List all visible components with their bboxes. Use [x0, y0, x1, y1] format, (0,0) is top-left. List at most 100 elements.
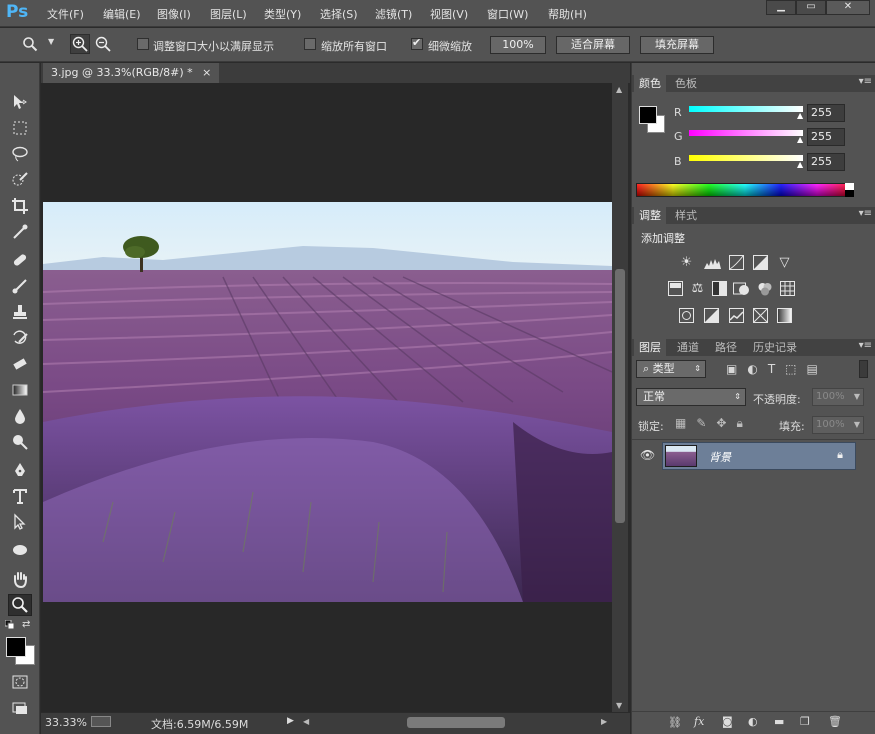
- history-brush-tool-icon[interactable]: [8, 327, 32, 349]
- channel-b-slider[interactable]: [689, 155, 803, 161]
- black-white-icon[interactable]: [711, 280, 728, 297]
- filter-smart-object-icon[interactable]: ▤: [807, 362, 818, 376]
- menu-view[interactable]: 视图(V): [430, 6, 468, 22]
- add-mask-icon[interactable]: ◙: [722, 715, 733, 728]
- adjust-panel-menu-icon[interactable]: ▾≡: [859, 208, 872, 219]
- hue-saturation-icon[interactable]: [667, 280, 684, 297]
- menu-filter[interactable]: 滤镜(T): [375, 6, 412, 22]
- pen-tool-icon[interactable]: [8, 459, 32, 481]
- brightness-contrast-icon[interactable]: ☀: [678, 254, 695, 271]
- actual-pixels-button[interactable]: 100%: [490, 36, 546, 54]
- type-tool-icon[interactable]: [8, 485, 32, 507]
- status-preview-icon[interactable]: [91, 716, 111, 727]
- zoom-out-icon[interactable]: [93, 34, 113, 54]
- tab-adjustments[interactable]: 调整: [634, 207, 666, 224]
- delete-layer-icon[interactable]: 🗑︎: [828, 715, 842, 728]
- zoom-level[interactable]: 33.33%: [45, 716, 87, 729]
- photo-filter-icon[interactable]: [733, 280, 750, 297]
- channel-r-slider[interactable]: [689, 106, 803, 112]
- vertical-scroll-thumb[interactable]: [615, 269, 625, 523]
- gradient-map-icon[interactable]: [776, 307, 793, 324]
- clone-stamp-tool-icon[interactable]: [8, 301, 32, 323]
- color-lookup-icon[interactable]: [779, 280, 796, 297]
- color-spectrum-ramp[interactable]: [636, 183, 854, 197]
- filter-type-icon[interactable]: T: [768, 362, 775, 376]
- lock-transparent-icon[interactable]: ▦: [675, 416, 686, 431]
- tab-color[interactable]: 颜色: [634, 75, 666, 92]
- lock-all-icon[interactable]: 🔒︎: [736, 416, 742, 431]
- tab-paths[interactable]: 路径: [710, 339, 742, 356]
- brush-tool-icon[interactable]: [8, 275, 32, 297]
- channel-g-handle-icon[interactable]: ▲: [797, 135, 803, 144]
- menu-edit[interactable]: 编辑(E): [103, 6, 141, 22]
- fit-window-checkbox[interactable]: [137, 38, 149, 50]
- layer-name[interactable]: 背景: [709, 449, 731, 465]
- lock-position-icon[interactable]: ✥: [716, 416, 726, 431]
- hand-tool-icon[interactable]: [8, 568, 32, 590]
- menu-type[interactable]: 类型(Y): [264, 6, 301, 22]
- invert-icon[interactable]: [678, 307, 695, 324]
- color-balance-icon[interactable]: ⚖: [689, 280, 706, 297]
- tab-swatches[interactable]: 色板: [670, 75, 702, 92]
- filter-adjustment-icon[interactable]: ◐: [747, 362, 757, 376]
- fit-screen-button[interactable]: 适合屏幕: [556, 36, 630, 54]
- eraser-tool-icon[interactable]: [8, 353, 32, 375]
- tool-preset-dropdown-icon[interactable]: ▼: [48, 37, 54, 46]
- channel-r-value[interactable]: 255: [807, 104, 845, 122]
- quick-mask-icon[interactable]: [8, 671, 32, 693]
- menu-layer[interactable]: 图层(L): [210, 6, 247, 22]
- minimize-button[interactable]: ▁: [766, 0, 796, 15]
- tab-styles[interactable]: 样式: [670, 207, 702, 224]
- channel-r-handle-icon[interactable]: ▲: [797, 111, 803, 120]
- document-canvas-image[interactable]: [43, 202, 612, 602]
- tab-history[interactable]: 历史记录: [748, 339, 802, 356]
- foreground-color-swatch[interactable]: [6, 637, 26, 657]
- marquee-tool-icon[interactable]: [8, 117, 32, 139]
- layers-panel-menu-icon[interactable]: ▾≡: [859, 340, 872, 351]
- new-layer-icon[interactable]: ❐: [800, 715, 810, 728]
- eyedropper-tool-icon[interactable]: [8, 221, 32, 243]
- filter-shape-icon[interactable]: ⬚: [785, 362, 796, 376]
- levels-icon[interactable]: [704, 254, 721, 271]
- blur-tool-icon[interactable]: [8, 405, 32, 427]
- ramp-white-swatch[interactable]: [845, 183, 854, 190]
- exposure-icon[interactable]: [752, 254, 769, 271]
- lasso-tool-icon[interactable]: [8, 143, 32, 165]
- link-layers-icon[interactable]: ⛓: [668, 716, 682, 729]
- channel-b-handle-icon[interactable]: ▲: [797, 160, 803, 169]
- zoom-tool-selected-icon[interactable]: [8, 594, 32, 616]
- tab-channels[interactable]: 通道: [672, 339, 704, 356]
- vibrance-icon[interactable]: ▽: [776, 254, 793, 271]
- curves-icon[interactable]: [728, 254, 745, 271]
- zoom-in-icon[interactable]: [70, 34, 90, 54]
- screen-mode-icon[interactable]: [8, 697, 32, 719]
- document-tab[interactable]: 3.jpg @ 33.3%(RGB/8#) * ×: [43, 63, 220, 83]
- opacity-input[interactable]: 100% ▼: [812, 388, 864, 406]
- channel-b-value[interactable]: 255: [807, 153, 845, 171]
- move-tool-icon[interactable]: [8, 91, 32, 113]
- scrubby-zoom-checkbox[interactable]: [411, 36, 423, 50]
- filter-pixel-icon[interactable]: ▣: [726, 362, 737, 376]
- color-panel-fg-swatch[interactable]: [639, 106, 657, 124]
- layer-style-icon[interactable]: fx: [694, 715, 704, 728]
- scroll-right-icon[interactable]: ▶: [601, 717, 607, 726]
- blend-mode-select[interactable]: 正常 ⇕: [636, 388, 746, 406]
- restore-button[interactable]: ▭: [796, 0, 826, 15]
- ramp-black-swatch[interactable]: [845, 190, 854, 197]
- menu-help[interactable]: 帮助(H): [548, 6, 587, 22]
- close-window-button[interactable]: ✕: [826, 0, 870, 15]
- scroll-down-icon[interactable]: ▼: [616, 701, 622, 710]
- canvas-vertical-scrollbar[interactable]: ▲ ▼: [612, 83, 628, 712]
- selective-color-icon[interactable]: [752, 307, 769, 324]
- zoom-all-windows-checkbox[interactable]: [304, 38, 316, 50]
- default-colors-icon[interactable]: [4, 619, 15, 630]
- scroll-left-icon[interactable]: ◀: [303, 717, 309, 726]
- fill-input[interactable]: 100% ▼: [812, 416, 864, 434]
- lock-image-icon[interactable]: ✎: [696, 416, 706, 431]
- zoom-tool-icon[interactable]: [22, 36, 38, 52]
- channel-mixer-icon[interactable]: [756, 280, 773, 297]
- close-tab-icon[interactable]: ×: [202, 66, 211, 79]
- filter-toggle-switch[interactable]: [859, 360, 868, 378]
- color-panel-menu-icon[interactable]: ▾≡: [859, 76, 872, 87]
- tab-layers[interactable]: 图层: [634, 339, 666, 356]
